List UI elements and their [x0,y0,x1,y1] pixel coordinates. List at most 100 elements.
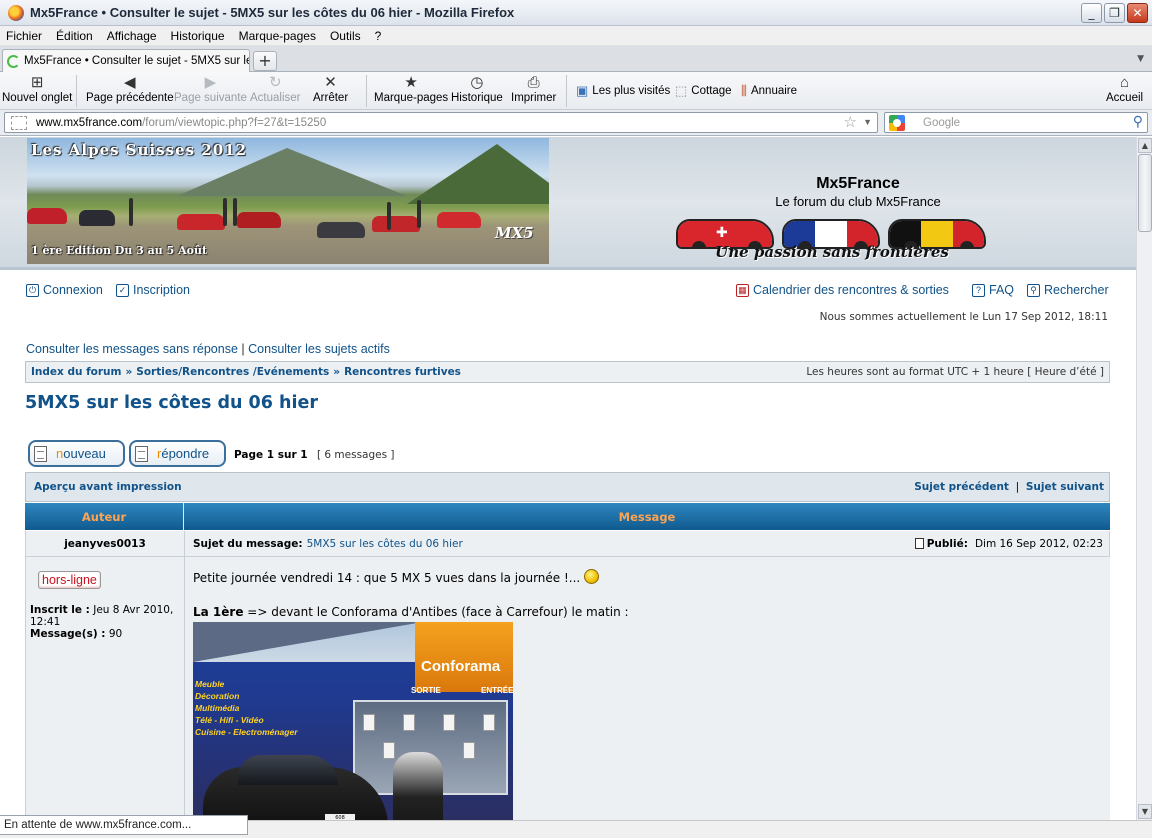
minimize-button[interactable]: _ [1081,3,1102,23]
post-author-profile: hors-ligne Inscrit le : Jeu 8 Avr 2010, … [26,557,185,820]
menu-marque-pages[interactable]: Marque-pages [239,29,324,43]
new-topic-button[interactable]: n ouveau [28,440,125,467]
post-author[interactable]: jeanyves0013 [26,531,185,556]
department-text: Décoration [195,691,240,701]
breadcrumb-index[interactable]: Index du forum [31,366,121,378]
banner-mountain [407,144,549,204]
prev-topic-link[interactable]: Sujet précédent [914,481,1009,493]
checkbox-icon: ✓ [116,283,129,297]
history-dropdown-chevron-down-icon[interactable]: ▼ [863,117,872,127]
photo-poster [463,742,475,759]
tab-current[interactable]: Mx5France • Consulter le sujet - 5MX5 su… [2,49,250,72]
new-tab-icon: ⊞ [30,74,44,91]
department-text: Multimédia [195,703,240,713]
new-tab-label: Nouvel onglet [2,92,73,104]
home-button[interactable]: ⌂ Accueil [1106,74,1143,104]
toolbar-separator [566,75,567,107]
menu-fichier[interactable]: Fichier [6,29,50,43]
faq-link[interactable]: ? FAQ [972,283,1014,297]
back-label: Page précédente [86,92,174,104]
bookmark-cottage[interactable]: ⬚ Cottage [675,83,732,99]
event-banner-image: Les Alpes Suisses 2012 1 ère Edition Du … [27,138,549,264]
reload-icon: ↻ [268,74,282,91]
posts-table-header: Auteur Message [25,503,1110,530]
breadcrumb-rencontres[interactable]: Rencontres furtives [344,366,461,378]
reply-button[interactable]: r épondre [129,440,226,467]
window-controls: _ ❐ ✕ [1081,3,1148,23]
google-engine-icon[interactable] [889,114,905,131]
bookmark-star-icon[interactable]: ☆ [844,113,857,131]
close-button[interactable]: ✕ [1127,3,1148,23]
post-subject-link[interactable]: 5MX5 sur les côtes du 06 hier [307,538,463,550]
clock-icon: ◷ [470,74,484,91]
menu-historique[interactable]: Historique [171,29,233,43]
tab-list-chevron-down-icon[interactable]: ▼ [1137,54,1144,64]
print-label: Imprimer [511,92,557,104]
register-link[interactable]: ✓ Inscription [116,283,190,297]
next-topic-link[interactable]: Sujet suivant [1026,481,1104,493]
register-label: Inscription [133,283,190,297]
print-button[interactable]: ⎙ Imprimer [511,74,556,104]
address-bar[interactable]: www.mx5france.com/forum/viewtopic.php?f=… [4,112,878,133]
photo-departments: Meuble Décoration Multimédia Télé - Hifi… [195,678,298,738]
url-path: /forum/viewtopic.php?f=27&t=15250 [142,116,327,129]
unanswered-posts-link[interactable]: Consulter les messages sans réponse [26,342,238,356]
conforama-photo[interactable]: Conforama SORTIE ENTRÉE Meuble Décoratio… [193,622,513,820]
menu-help[interactable]: ? [375,29,390,43]
menu-outils[interactable]: Outils [330,29,369,43]
print-view-link[interactable]: Aperçu avant impression [34,481,182,493]
photo-sortie-text: SORTIE [411,686,441,695]
back-button[interactable]: ◀ Page précédente [86,74,174,104]
new-tab-toolbar-button[interactable]: ⊞ Nouvel onglet [2,74,72,104]
login-link[interactable]: ⏻ Connexion [26,283,103,297]
maximize-button[interactable]: ❐ [1104,3,1125,23]
vertical-scrollbar[interactable]: ▲ ▼ [1136,137,1152,820]
active-topics-link[interactable]: Consulter les sujets actifs [248,342,390,356]
calendar-label: Calendrier des rencontres & sorties [753,283,949,297]
topic-title[interactable]: 5MX5 sur les côtes du 06 hier [25,393,318,413]
site-name: Mx5France [816,175,900,192]
menu-affichage[interactable]: Affichage [107,29,165,43]
new-tab-button[interactable]: + [253,51,277,71]
status-text: En attente de www.mx5france.com... [0,815,249,835]
banner-car [79,210,115,226]
banner-subtitle: 1 ère Edition Du 3 au 5 Août [31,244,208,257]
forward-button[interactable]: ▶ Page suivante [174,74,247,104]
history-button[interactable]: ◷ Historique [451,74,503,104]
post-body: hors-ligne Inscrit le : Jeu 8 Avr 2010, … [25,557,1110,820]
search-bar[interactable]: Google ⚲ [884,112,1148,133]
menu-edition[interactable]: Édition [56,29,101,43]
reload-label: Actualiser [250,92,301,104]
scroll-down-arrow-icon[interactable]: ▼ [1138,804,1152,819]
navigation-toolbar: ⊞ Nouvel onglet ◀ Page précédente ▶ Page… [0,72,1152,110]
bookmarks-button[interactable]: ★ Marque-pages [374,74,448,104]
post-published: Publié: Dim 16 Sep 2012, 02:23 [914,538,1103,550]
question-icon: ? [972,283,985,297]
tab-label: Mx5France • Consulter le sujet - 5MX5 su… [24,55,250,67]
banner-car [177,214,225,230]
post-icon[interactable] [914,538,924,549]
calendar-link[interactable]: ▦ Calendrier des rencontres & sorties [736,283,949,297]
search-link[interactable]: ⚲ Rechercher [1027,283,1109,297]
search-icon[interactable]: ⚲ [1133,113,1143,130]
forward-label: Page suivante [174,92,247,104]
department-text: Meuble [195,679,225,689]
bookmark-annuaire[interactable]: ⫼ Annuaire [741,83,797,99]
site-identity-icon[interactable] [11,115,27,130]
scroll-thumb[interactable] [1138,154,1152,232]
stop-button[interactable]: ✕ Arrêter [313,74,348,104]
bookmark-most-visited[interactable]: ▣ Les plus visités [576,83,670,99]
smiley-icon [584,569,600,584]
reload-button[interactable]: ↻ Actualiser [250,74,301,104]
banner-car [317,222,365,238]
document-icon [34,445,47,462]
scroll-up-arrow-icon[interactable]: ▲ [1138,138,1152,153]
page-icon: ⬚ [675,83,688,98]
banner-person [233,198,237,226]
page-count: Page 1 sur 1 [234,449,308,461]
photo-motorcycle [393,752,443,820]
loading-spinner-icon [7,54,20,68]
current-date: Nous sommes actuellement le Lun 17 Sep 2… [819,311,1108,323]
most-visited-icon: ▣ [576,83,589,98]
breadcrumb-sorties[interactable]: Sorties/Rencontres /Evénements [136,366,329,378]
